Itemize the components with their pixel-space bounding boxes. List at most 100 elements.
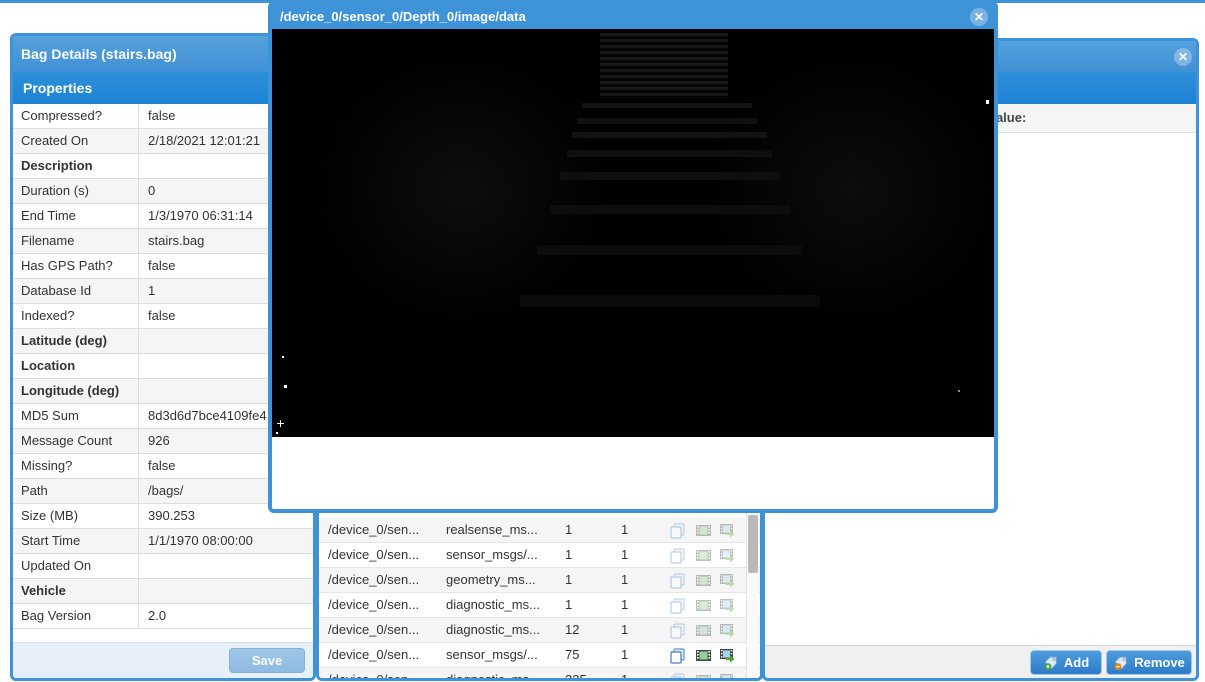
film-icon[interactable] [695, 522, 712, 539]
property-label: Updated On [21, 558, 92, 573]
depth-image [272, 29, 994, 437]
topic-row[interactable]: /device_0/sen... diagnostic_ms... 1 1 [319, 593, 760, 618]
topic-row[interactable]: /device_0/sen... geometry_ms... 1 1 [319, 568, 760, 593]
film-icon[interactable] [695, 572, 712, 589]
film-export-icon[interactable] [719, 522, 736, 539]
topic-name: /device_0/sen... [328, 572, 420, 587]
topic-name: /device_0/sen... [328, 597, 420, 612]
property-label: Indexed? [21, 308, 75, 323]
topic-type: sensor_msgs/... [446, 547, 538, 562]
topic-name: /device_0/sen... [328, 547, 420, 562]
property-label: Size (MB) [21, 508, 79, 523]
property-label: Has GPS Path? [21, 258, 113, 273]
topic-message-count: 1 [565, 597, 573, 612]
image-viewer-modal: /device_0/sensor_0/Depth_0/image/data ✕ [268, 1, 998, 513]
property-label: Vehicle [21, 583, 66, 598]
film-icon[interactable] [695, 547, 712, 564]
topic-message-count: 75 [565, 647, 580, 662]
topic-name: /device_0/sen... [328, 622, 420, 637]
property-label: Created On [21, 133, 89, 148]
topic-row[interactable]: /device_0/sen... diagnostic_ms... 12 1 [319, 618, 760, 643]
property-label: Missing? [21, 458, 73, 473]
topic-name: /device_0/sen... [328, 672, 420, 681]
topic-type: realsense_ms... [446, 522, 538, 537]
film-export-icon[interactable] [719, 672, 736, 678]
property-label: Duration (s) [21, 183, 89, 198]
property-label: Bag Version [21, 608, 92, 623]
copy-icon[interactable] [669, 547, 686, 564]
property-value[interactable]: 2.0 [148, 604, 313, 628]
copy-icon[interactable] [669, 597, 686, 614]
property-label: Database Id [21, 283, 92, 298]
film-export-icon[interactable] [719, 622, 736, 639]
property-label: Start Time [21, 533, 81, 548]
topic-name: /device_0/sen... [328, 522, 420, 537]
film-export-icon[interactable] [719, 597, 736, 614]
copy-icon[interactable] [669, 622, 686, 639]
topic-frequency: 1 [621, 522, 629, 537]
copy-icon[interactable] [669, 522, 686, 539]
image-viewer-titlebar[interactable]: /device_0/sensor_0/Depth_0/image/data ✕ [272, 5, 994, 29]
topic-row[interactable]: /device_0/sen... sensor_msgs/... 75 1 [319, 643, 760, 668]
topic-message-count: 12 [565, 622, 580, 637]
topic-type: diagnostic_ms... [446, 672, 540, 681]
property-label: Location [21, 358, 76, 373]
add-button[interactable]: Add [1030, 650, 1102, 675]
topic-frequency: 1 [621, 547, 629, 562]
close-icon[interactable]: ✕ [970, 8, 988, 26]
close-icon[interactable]: ✕ [1174, 48, 1192, 66]
bag-details-footer: Save [13, 642, 313, 678]
property-label: MD5 Sum [21, 408, 79, 423]
copy-icon[interactable] [669, 572, 686, 589]
copy-icon[interactable] [669, 672, 686, 678]
tag-add-icon [1043, 655, 1059, 671]
film-icon[interactable] [695, 672, 712, 678]
topic-frequency: 1 [621, 572, 629, 587]
topic-type: diagnostic_ms... [446, 622, 540, 637]
property-value[interactable]: 1/1/1970 08:00:00 [148, 529, 313, 553]
film-export-icon[interactable] [719, 572, 736, 589]
remove-button-label: Remove [1134, 655, 1185, 670]
topic-frequency: 1 [621, 622, 629, 637]
property-label: Message Count [21, 433, 113, 448]
property-label: Description [21, 158, 93, 173]
property-label: Filename [21, 233, 75, 248]
property-row: Start Time 1/1/1970 08:00:00 [13, 529, 313, 554]
property-row: Updated On [13, 554, 313, 579]
properties-panel-title: Properties [23, 80, 93, 96]
topic-frequency: 1 [621, 647, 629, 662]
topic-message-count: 1 [565, 572, 573, 587]
film-icon[interactable] [695, 622, 712, 639]
topic-message-count: 225 [565, 672, 587, 681]
topic-name: /device_0/sen... [328, 647, 420, 662]
remove-button[interactable]: Remove [1106, 650, 1192, 675]
topic-type: diagnostic_ms... [446, 597, 540, 612]
topic-row[interactable]: /device_0/sen... realsense_ms... 1 1 [319, 518, 760, 543]
property-row: Bag Version 2.0 [13, 604, 313, 629]
property-label: Path [21, 483, 48, 498]
topic-message-count: 1 [565, 547, 573, 562]
topic-frequency: 1 [621, 597, 629, 612]
film-icon[interactable] [695, 597, 712, 614]
image-viewer-title: /device_0/sensor_0/Depth_0/image/data [280, 9, 526, 24]
copy-icon[interactable] [669, 647, 686, 664]
topic-row[interactable]: /device_0/sen... diagnostic_ms... 225 1 [319, 668, 760, 681]
property-label: Longitude (deg) [21, 383, 120, 398]
topic-frequency: 1 [621, 672, 629, 681]
tag-remove-icon [1113, 655, 1129, 671]
save-button[interactable]: Save [229, 648, 305, 673]
topics-table: /device_0/sen... realsense_ms... 1 1 /de… [319, 518, 760, 681]
topic-row[interactable]: /device_0/sen... sensor_msgs/... 1 1 [319, 543, 760, 568]
property-label: Compressed? [21, 108, 102, 123]
property-label: Latitude (deg) [21, 333, 107, 348]
topics-scrollbar[interactable] [746, 513, 758, 678]
film-export-icon[interactable] [719, 547, 736, 564]
film-icon[interactable] [695, 647, 712, 664]
property-row: Vehicle [13, 579, 313, 604]
scrollbar-thumb[interactable] [748, 515, 758, 573]
topic-type: sensor_msgs/... [446, 647, 538, 662]
bag-details-title: Bag Details (stairs.bag) [21, 46, 177, 62]
film-export-icon[interactable] [719, 647, 736, 664]
topic-message-count: 1 [565, 522, 573, 537]
topic-type: geometry_ms... [446, 572, 536, 587]
